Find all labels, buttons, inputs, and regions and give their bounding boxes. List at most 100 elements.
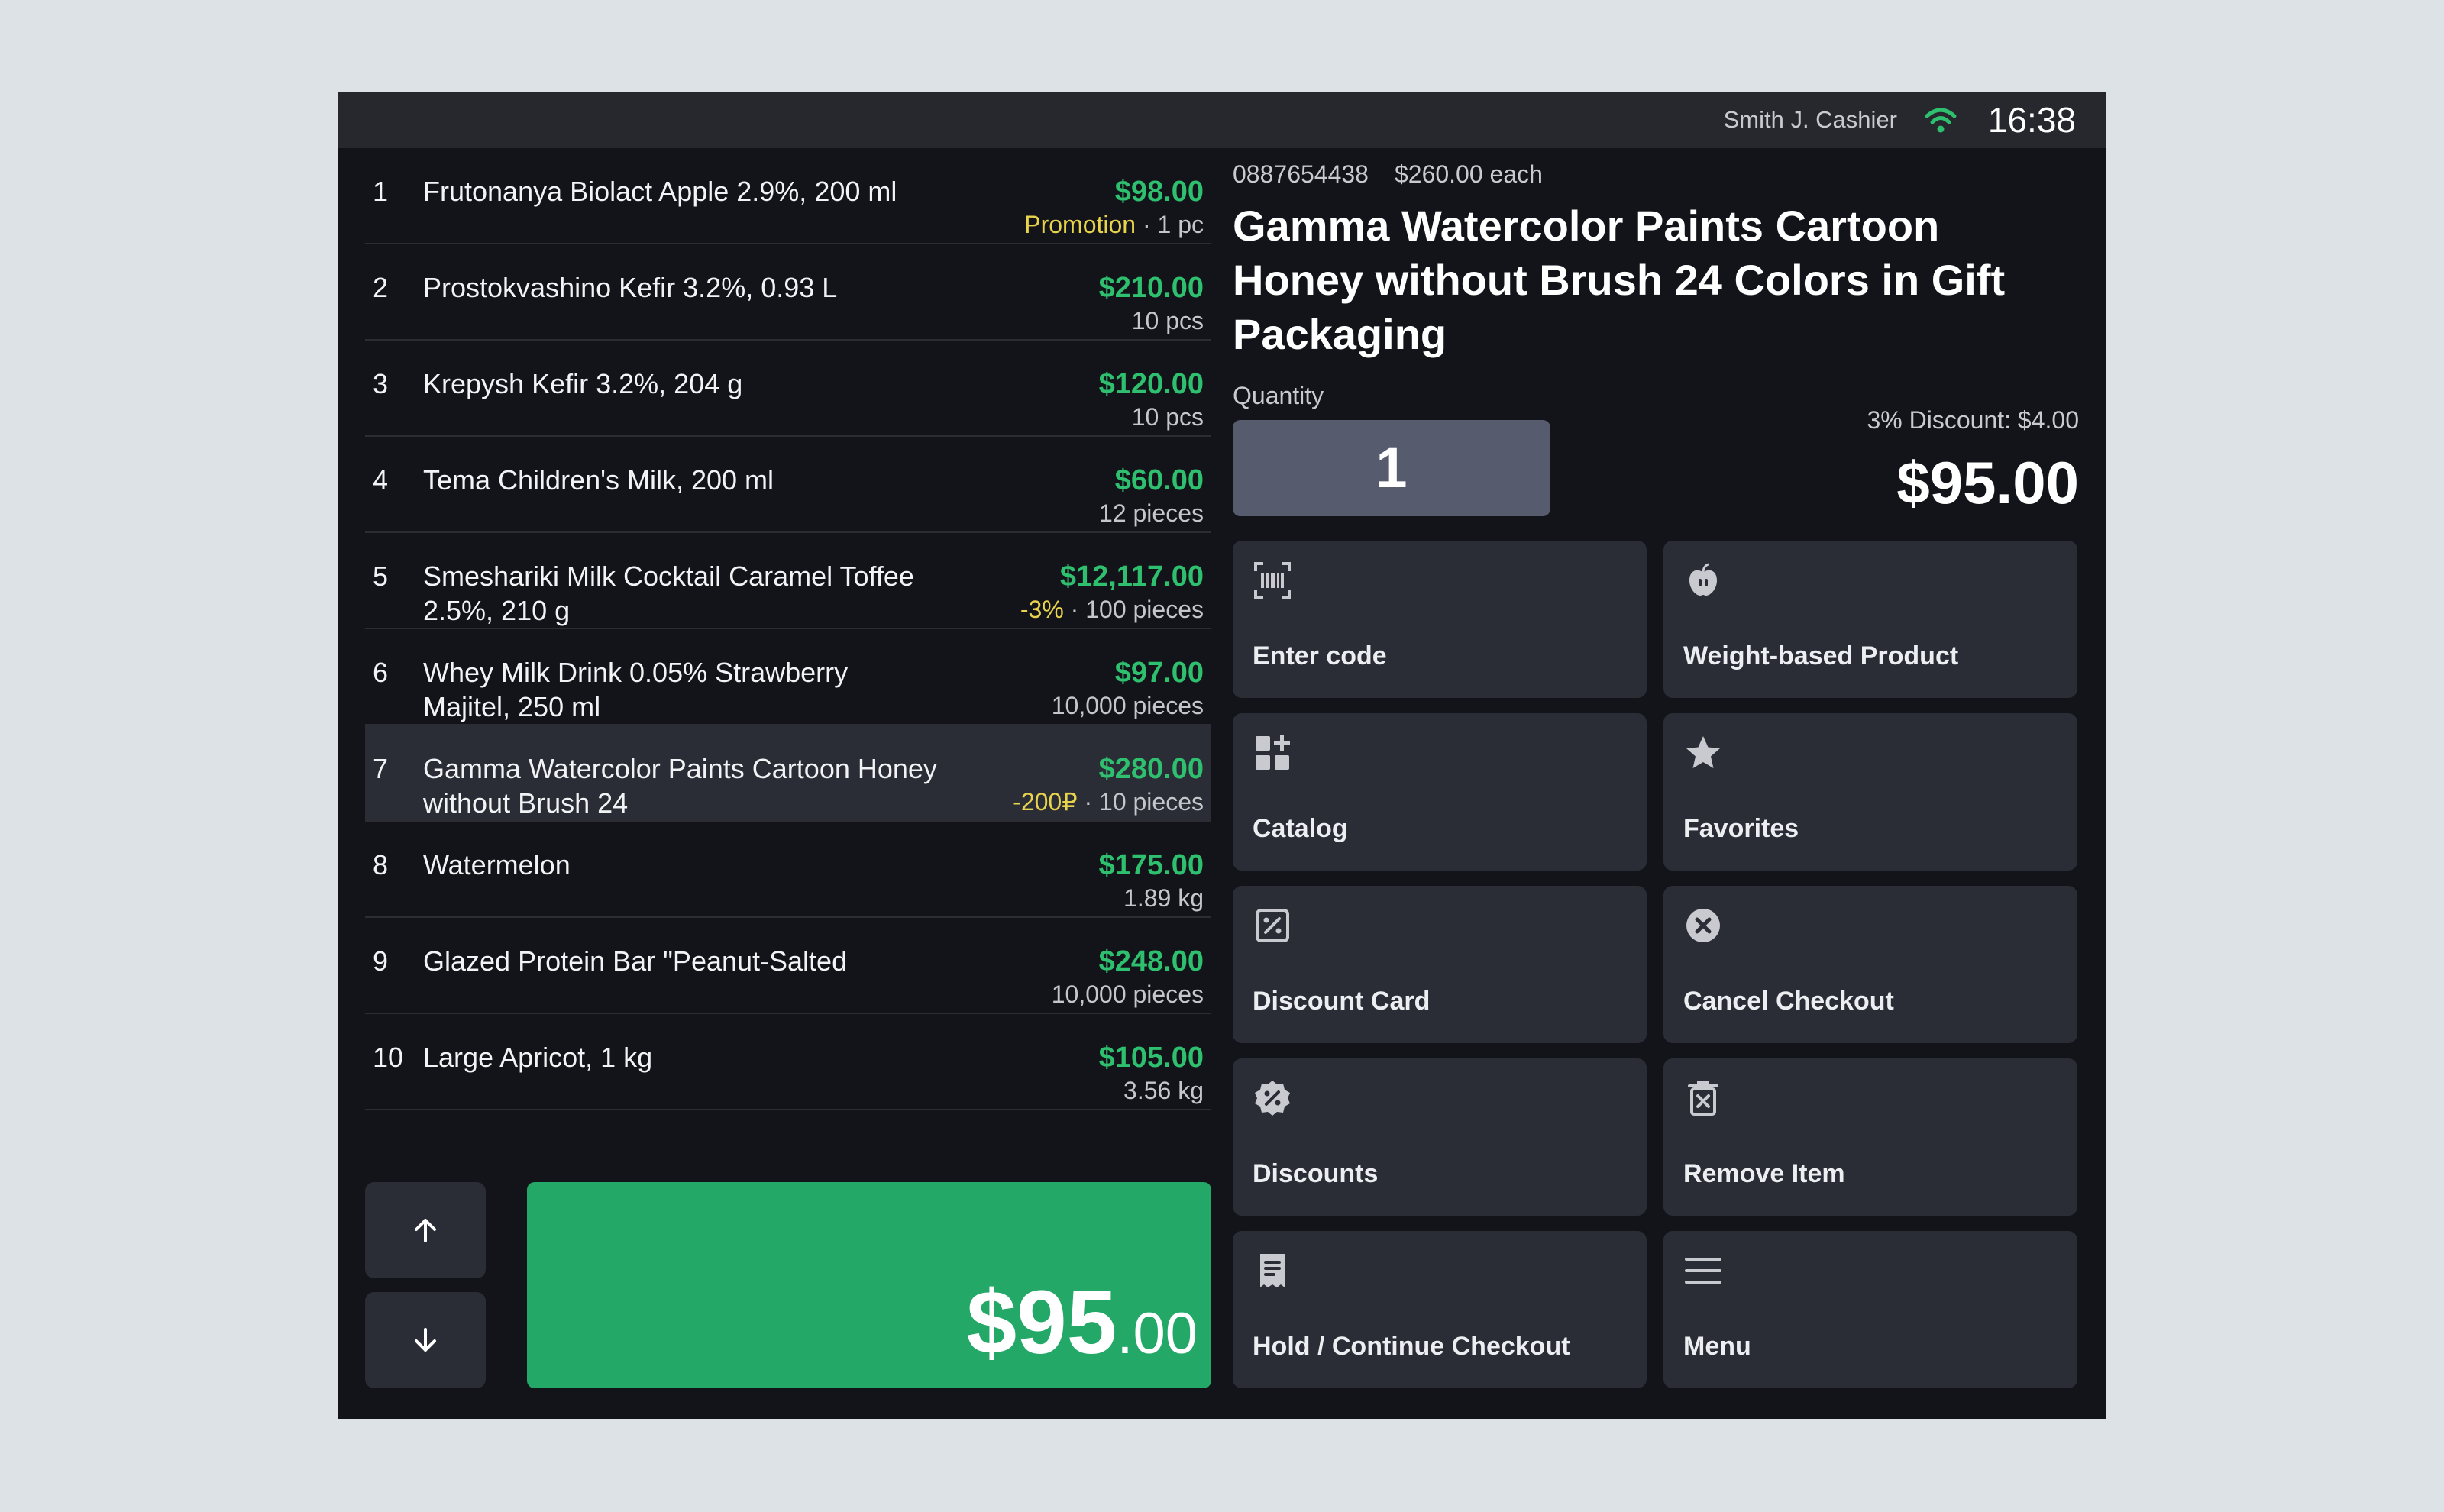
- discount-card-button[interactable]: Discount Card: [1233, 886, 1647, 1043]
- row-qty: 10 pcs: [1131, 403, 1204, 431]
- catalog-label: Catalog: [1253, 814, 1348, 843]
- row-qty: -3% · 100 pieces: [1020, 596, 1204, 623]
- row-index: 7: [373, 753, 389, 784]
- row-name: Smeshariki Milk Cocktail Caramel Toffee …: [423, 561, 914, 626]
- menu-label: Menu: [1683, 1332, 1751, 1361]
- receipt-row[interactable]: 8 Watermelon $175.00 1.89 kg: [365, 822, 1211, 918]
- row-index: 5: [373, 561, 389, 592]
- remove-item-button[interactable]: Remove Item: [1663, 1058, 2077, 1216]
- menu-icon: [1685, 1258, 1721, 1284]
- quantity-label: Quantity: [1233, 382, 1324, 409]
- row-index: 4: [373, 464, 389, 496]
- row-price: $12,117.00: [1059, 561, 1204, 593]
- receipt-row[interactable]: 9 Glazed Protein Bar "Peanut-Salted $248…: [365, 918, 1211, 1014]
- remove-item-label: Remove Item: [1683, 1159, 1845, 1188]
- row-price: $60.00: [1114, 464, 1204, 496]
- discount-info: 3% Discount: $4.00: [1867, 406, 2080, 434]
- receipt-row-selected[interactable]: 7 Gamma Watercolor Paints Cartoon Honey …: [365, 725, 1211, 822]
- clock: 16:38: [1987, 100, 2076, 140]
- row-price: $105.00: [1098, 1042, 1204, 1074]
- receipt-row[interactable]: 3 Krepysh Kefir 3.2%, 204 g $120.00 10 p…: [365, 341, 1211, 437]
- row-name: Krepysh Kefir 3.2%, 204 g: [423, 368, 743, 399]
- weight-based-product-button[interactable]: Weight-based Product: [1663, 541, 2077, 698]
- cashier-name: Smith J. Cashier: [1723, 106, 1897, 133]
- discount-tag: -200₽: [1013, 788, 1078, 816]
- row-index: 6: [373, 657, 389, 688]
- receipt-row[interactable]: 6 Whey Milk Drink 0.05% Strawberry Majit…: [365, 629, 1211, 725]
- row-price: $98.00: [1114, 176, 1204, 208]
- hold-continue-checkout-button[interactable]: Hold / Continue Checkout: [1233, 1231, 1647, 1388]
- total-cents: .00: [1117, 1301, 1198, 1366]
- discount-card-label: Discount Card: [1253, 987, 1431, 1016]
- wifi-icon: [1925, 108, 1957, 133]
- row-name: Glazed Protein Bar "Peanut-Salted: [423, 945, 848, 977]
- arrow-down-icon: [415, 1328, 436, 1352]
- quantity-input[interactable]: 1: [1233, 420, 1550, 516]
- row-price: $210.00: [1098, 272, 1204, 304]
- product-title: Gamma Watercolor Paints Cartoon Honey wi…: [1233, 202, 2006, 358]
- unit-price: $260.00 each: [1394, 160, 1543, 188]
- row-price: $280.00: [1098, 753, 1204, 785]
- row-name: Watermelon: [423, 849, 571, 880]
- status-bar: Smith J. Cashier 16:38: [338, 92, 2106, 148]
- row-price: $97.00: [1114, 657, 1204, 689]
- row-name: Gamma Watercolor Paints Cartoon Honey wi…: [423, 753, 937, 819]
- enter-code-label: Enter code: [1253, 641, 1387, 670]
- row-price: $248.00: [1098, 945, 1204, 977]
- row-index: 3: [373, 368, 389, 399]
- receipt-icon: [1260, 1254, 1285, 1287]
- promotion-tag: Promotion: [1024, 211, 1136, 238]
- product-code: 0887654438: [1233, 160, 1369, 188]
- row-qty: 10,000 pieces: [1051, 981, 1204, 1008]
- scroll-up-button[interactable]: [365, 1182, 486, 1278]
- product-price: $95.00: [1896, 449, 2079, 516]
- arrow-up-icon: [415, 1219, 436, 1242]
- row-name: Frutonanya Biolact Apple 2.9%, 200 ml: [423, 176, 897, 207]
- receipt-row[interactable]: 2 Prostokvashino Kefir 3.2%, 0.93 L $210…: [365, 244, 1211, 341]
- total-amount: $95.00: [966, 1272, 1198, 1373]
- hold-continue-checkout-label: Hold / Continue Checkout: [1253, 1332, 1570, 1361]
- row-index: 8: [373, 849, 389, 880]
- row-qty: 10 pcs: [1131, 307, 1204, 334]
- discount-badge-icon: [1255, 1081, 1290, 1116]
- row-price: $175.00: [1098, 849, 1204, 881]
- apple-icon: [1689, 563, 1717, 596]
- row-name: Whey Milk Drink 0.05% Strawberry Majitel…: [423, 657, 849, 722]
- receipt-row[interactable]: 1 Frutonanya Biolact Apple 2.9%, 200 ml …: [365, 148, 1211, 244]
- row-index: 10: [373, 1042, 404, 1073]
- weight-based-product-label: Weight-based Product: [1683, 641, 1959, 670]
- percent-card-icon: [1256, 909, 1289, 942]
- row-qty: 3.56 kg: [1123, 1077, 1204, 1104]
- receipt-row[interactable]: 5 Smeshariki Milk Cocktail Caramel Toffe…: [365, 533, 1211, 629]
- menu-button[interactable]: Menu: [1663, 1231, 2077, 1388]
- star-icon: [1686, 736, 1720, 768]
- row-qty: 1.89 kg: [1123, 884, 1204, 912]
- discounts-button[interactable]: Discounts: [1233, 1058, 1647, 1216]
- receipt-row[interactable]: 4 Tema Children's Milk, 200 ml $60.00 12…: [365, 437, 1211, 533]
- discount-tag: -3%: [1020, 596, 1064, 623]
- row-qty: 12 pieces: [1099, 499, 1204, 527]
- barcode-scan-icon: [1254, 562, 1291, 599]
- row-name: Tema Children's Milk, 200 ml: [423, 464, 774, 496]
- row-qty: 10,000 pieces: [1051, 692, 1204, 719]
- receipt-list: 1 Frutonanya Biolact Apple 2.9%, 200 ml …: [365, 148, 1211, 1110]
- catalog-grid-icon: [1256, 735, 1290, 770]
- enter-code-button[interactable]: Enter code: [1233, 541, 1647, 698]
- row-index: 2: [373, 272, 389, 303]
- row-qty: Promotion · 1 pc: [1024, 211, 1204, 238]
- catalog-button[interactable]: Catalog: [1233, 713, 1647, 871]
- row-price: $120.00: [1098, 368, 1204, 400]
- row-name: Prostokvashino Kefir 3.2%, 0.93 L: [423, 272, 838, 303]
- cancel-checkout-label: Cancel Checkout: [1683, 987, 1894, 1016]
- pos-terminal: Smith J. Cashier 16:38 1 Frutonanya Biol…: [338, 92, 2106, 1419]
- favorites-button[interactable]: Favorites: [1663, 713, 2077, 871]
- scroll-down-button[interactable]: [365, 1292, 486, 1388]
- pay-total-button[interactable]: $95.00: [527, 1182, 1211, 1388]
- row-name: Large Apricot, 1 kg: [423, 1042, 653, 1073]
- discounts-label: Discounts: [1253, 1159, 1379, 1188]
- receipt-row[interactable]: 10 Large Apricot, 1 kg $105.00 3.56 kg: [365, 1014, 1211, 1110]
- trash-icon: [1688, 1081, 1718, 1116]
- cancel-checkout-button[interactable]: Cancel Checkout: [1663, 886, 2077, 1043]
- close-circle-icon: [1686, 909, 1720, 942]
- row-index: 1: [373, 176, 389, 207]
